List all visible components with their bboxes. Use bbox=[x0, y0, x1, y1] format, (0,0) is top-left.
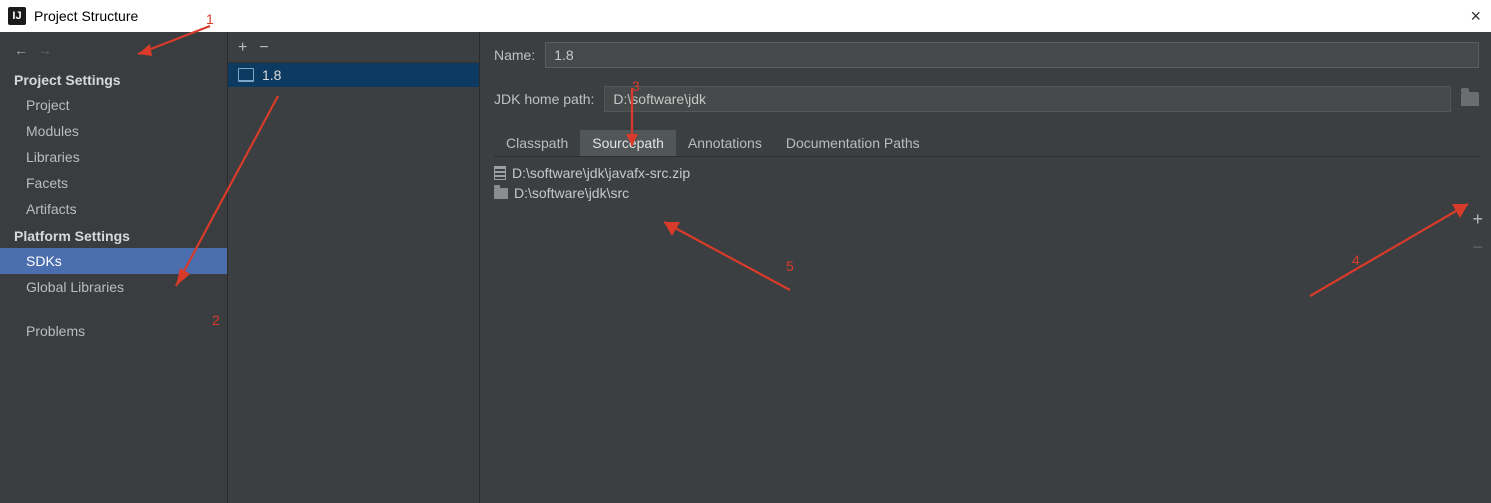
tab-documentation-paths[interactable]: Documentation Paths bbox=[774, 130, 932, 156]
add-source-icon[interactable]: + bbox=[1472, 210, 1483, 228]
workspace: ← → Project Settings Project Modules Lib… bbox=[0, 32, 1491, 503]
app-icon: IJ bbox=[8, 7, 26, 25]
list-item[interactable]: D:\software\jdk\src bbox=[494, 183, 1479, 203]
sidebar-item-facets[interactable]: Facets bbox=[0, 170, 227, 196]
sourcepath-side-toolbar: + − bbox=[1472, 210, 1483, 256]
name-label: Name: bbox=[494, 47, 535, 63]
list-item[interactable]: D:\software\jdk\javafx-src.zip bbox=[494, 163, 1479, 183]
path-label: JDK home path: bbox=[494, 91, 594, 107]
source-path-label: D:\software\jdk\javafx-src.zip bbox=[512, 165, 690, 181]
titlebar: IJ Project Structure × bbox=[0, 0, 1491, 32]
source-path-label: D:\software\jdk\src bbox=[514, 185, 629, 201]
section-platform-settings: Platform Settings bbox=[0, 222, 227, 248]
name-input[interactable] bbox=[545, 42, 1479, 68]
nav-forward-icon: → bbox=[38, 42, 52, 58]
sidebar-item-project[interactable]: Project bbox=[0, 92, 227, 118]
sidebar-item-global-libraries[interactable]: Global Libraries bbox=[0, 274, 227, 300]
tab-annotations[interactable]: Annotations bbox=[676, 130, 774, 156]
settings-sidebar: ← → Project Settings Project Modules Lib… bbox=[0, 32, 228, 503]
window-title: Project Structure bbox=[34, 8, 138, 24]
folder-icon bbox=[494, 188, 508, 199]
sidebar-item-sdks[interactable]: SDKs bbox=[0, 248, 227, 274]
sdk-item-label: 1.8 bbox=[262, 67, 281, 83]
jdk-home-path-input[interactable] bbox=[604, 86, 1451, 112]
sidebar-item-libraries[interactable]: Libraries bbox=[0, 144, 227, 170]
section-project-settings: Project Settings bbox=[0, 66, 227, 92]
remove-sdk-icon[interactable]: − bbox=[259, 40, 268, 56]
add-sdk-icon[interactable]: + bbox=[238, 40, 247, 56]
sdk-folder-icon bbox=[238, 68, 254, 82]
sidebar-item-modules[interactable]: Modules bbox=[0, 118, 227, 144]
nav-back-icon[interactable]: ← bbox=[14, 42, 28, 58]
remove-source-icon: − bbox=[1472, 238, 1483, 256]
sdk-list-panel: + − 1.8 bbox=[228, 32, 480, 503]
close-icon[interactable]: × bbox=[1470, 6, 1481, 27]
sdk-tabs: Classpath Sourcepath Annotations Documen… bbox=[494, 130, 1479, 157]
browse-folder-icon[interactable] bbox=[1461, 92, 1479, 106]
sdk-list-item[interactable]: 1.8 bbox=[228, 63, 479, 87]
sidebar-item-problems[interactable]: Problems bbox=[0, 318, 227, 344]
archive-icon bbox=[494, 166, 506, 180]
sdk-detail-panel: Name: JDK home path: Classpath Sourcepat… bbox=[480, 32, 1491, 503]
tab-sourcepath[interactable]: Sourcepath bbox=[580, 130, 676, 156]
sourcepath-list: D:\software\jdk\javafx-src.zip D:\softwa… bbox=[494, 163, 1479, 203]
sidebar-item-artifacts[interactable]: Artifacts bbox=[0, 196, 227, 222]
tab-classpath[interactable]: Classpath bbox=[494, 130, 580, 156]
